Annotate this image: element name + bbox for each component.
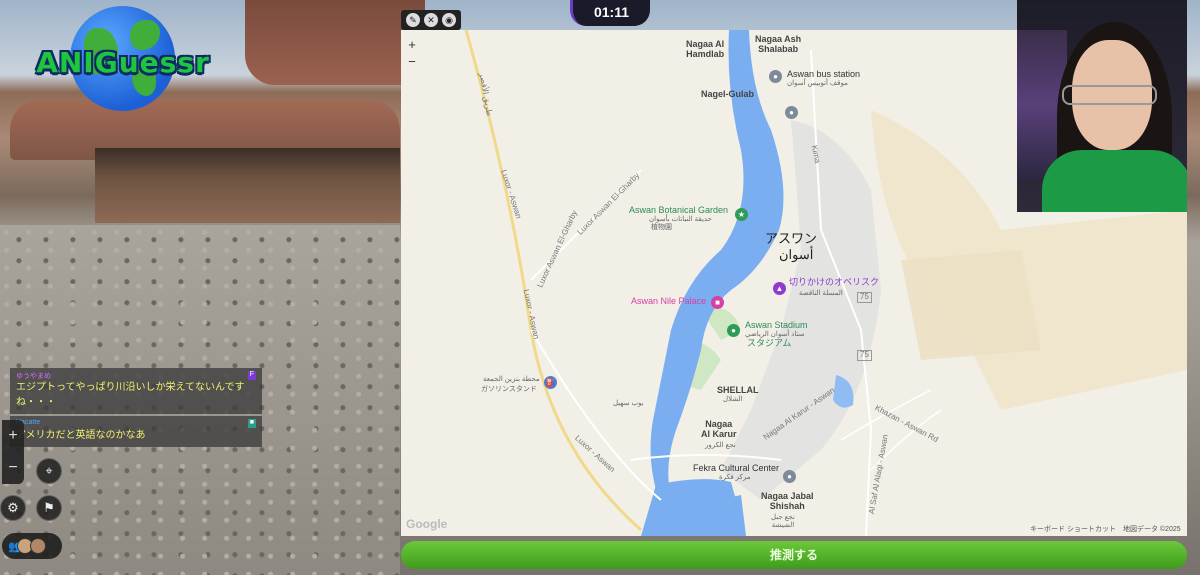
game-screen: ANIGuessr Nagaa Al Hamdlab Nagaa Ash Sha… bbox=[0, 0, 1200, 575]
map-zoom-in-button[interactable]: + bbox=[402, 36, 422, 53]
google-logo: Google bbox=[406, 517, 448, 531]
map-label-city-ja: アスワン bbox=[765, 231, 818, 246]
wrench-icon[interactable]: ✕ bbox=[424, 13, 438, 27]
map-attribution[interactable]: キーボード ショートカット 地図データ ©2025 bbox=[1030, 524, 1181, 534]
chat-message: Hacatte ■ アメリカだと英語なのかなあ bbox=[10, 416, 262, 447]
chat-badge: F bbox=[247, 371, 256, 380]
map-label-aswan-bus-station-ar: موقف أتوبيس أسوان bbox=[787, 80, 848, 87]
road-shield-75b: 75 bbox=[857, 292, 872, 303]
stadium-icon[interactable]: ● bbox=[727, 324, 740, 337]
flag-icon[interactable]: ⚑ bbox=[36, 495, 62, 521]
chat-text: エジプトってやっぱり川沿いしか栄えてないんです ね・・・ bbox=[16, 382, 245, 408]
streetview-zoom-controls: + − bbox=[2, 420, 24, 484]
map-label-gas-station-ja: ガソリンスタンド bbox=[481, 386, 537, 393]
map-label-gas-station-ar: محطة بنزين الجمعة bbox=[483, 376, 540, 383]
map-toolbar: ✎ ✕ ◉ bbox=[401, 10, 461, 30]
garden-icon[interactable]: ★ bbox=[735, 208, 748, 221]
map-zoom-controls: + − bbox=[402, 36, 422, 70]
streetview-zoom-in-button[interactable]: + bbox=[2, 420, 24, 452]
location-pin-icon[interactable]: ⌖ bbox=[36, 458, 62, 484]
roadside-shops bbox=[95, 148, 400, 223]
gear-icon[interactable]: ⚙ bbox=[0, 495, 26, 521]
guess-button[interactable]: 推測する bbox=[401, 541, 1187, 569]
map-label-aswan-stadium-ja: スタジアム bbox=[747, 338, 792, 348]
map-label-nagaa-al-karur: Nagaa Al Karur bbox=[701, 419, 737, 439]
map-label-botanical-garden-ja: 植物園 bbox=[651, 224, 672, 231]
map-label-aswan-stadium: Aswan Stadium bbox=[745, 320, 808, 330]
streamer-webcam bbox=[1017, 0, 1187, 212]
cultural-center-icon[interactable]: ● bbox=[783, 470, 796, 483]
map-label-nagaa-jabal-shishah: Nagaa Jabal Shishah bbox=[761, 491, 814, 511]
logo-text: ANIGuessr bbox=[36, 46, 210, 79]
chat-overlay: ゆうやまめ F エジプトってやっぱり川沿いしか栄えてないんです ね・・・ Hac… bbox=[10, 368, 262, 449]
map-label-cultural-center-ar: مركز فكرة bbox=[719, 474, 751, 481]
map-label-botanical-garden-ar: حديقة النباتات بأسوان bbox=[649, 216, 712, 223]
map-label-nagel-gulab: Nagel-Gulab bbox=[701, 89, 755, 99]
obelisk-icon[interactable]: ▲ bbox=[773, 282, 786, 295]
map-label-obelisk-ar: المسلة الناقصة bbox=[799, 290, 843, 297]
cliff-rock bbox=[245, 0, 425, 85]
map-label-nagaa-jabal-shishah-ar: نجع جبل الشيشة bbox=[771, 514, 795, 529]
map-label-nagaa-al-karur-ar: نجع الكرور bbox=[705, 442, 736, 449]
chat-badge: ■ bbox=[247, 419, 256, 428]
eye-icon[interactable]: ◉ bbox=[442, 13, 456, 27]
map-label-aswan-bus-station: Aswan bus station bbox=[787, 69, 861, 79]
map-label-cultural-center: Fekra Cultural Center bbox=[693, 463, 780, 473]
pencil-icon[interactable]: ✎ bbox=[406, 13, 420, 27]
bus-station-icon[interactable]: ● bbox=[769, 70, 782, 83]
chat-username: ゆうやまめ bbox=[16, 373, 51, 380]
map-label-ar-small: بوب سهيل bbox=[613, 400, 644, 407]
gas-station-icon[interactable]: ⛽ bbox=[544, 376, 557, 389]
hotel-icon[interactable]: ■ bbox=[711, 296, 724, 309]
map-label-obelisk-ja: 切りかけのオベリスク bbox=[789, 277, 880, 287]
map-label-city-ar: أسوان bbox=[779, 247, 814, 262]
map-label-nagaa-ash-shalabab: Nagaa Ash Shalabab bbox=[755, 34, 802, 54]
map-label-shellal-ar: الشلال bbox=[723, 396, 743, 403]
map-label-nagaa-al-hamdlab: Nagaa Al Hamdlab bbox=[686, 39, 725, 59]
map-label-botanical-garden: Aswan Botanical Garden bbox=[629, 205, 729, 215]
place-icon[interactable]: ● bbox=[785, 106, 798, 119]
avatar bbox=[30, 538, 46, 554]
map-label-nile-palace: Aswan Nile Palace bbox=[631, 296, 707, 306]
road-shield-75: 75 bbox=[857, 350, 872, 361]
app-logo: ANIGuessr bbox=[28, 6, 218, 111]
chat-message: ゆうやまめ F エジプトってやっぱり川沿いしか栄えてないんです ね・・・ bbox=[10, 368, 262, 414]
players-list[interactable]: 👥 bbox=[2, 533, 62, 559]
round-timer: 01:11 bbox=[570, 0, 650, 26]
map-zoom-out-button[interactable]: − bbox=[402, 53, 422, 70]
streetview-zoom-out-button[interactable]: − bbox=[2, 452, 24, 484]
chat-text: アメリカだと英語なのかなあ bbox=[16, 430, 146, 441]
map-label-shellal: SHELLAL bbox=[717, 385, 759, 395]
